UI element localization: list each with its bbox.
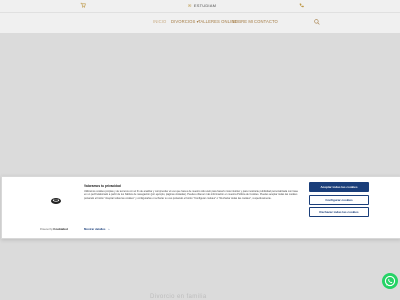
show-details-label: Mostrar detalles: [84, 227, 106, 231]
powered-prefix: Powered by: [40, 228, 53, 231]
chevron-right-icon: ›: [108, 227, 110, 231]
cookie-title: Valoramos tu privacidad: [84, 184, 121, 188]
whatsapp-icon[interactable]: [382, 273, 398, 289]
cookie-overlay: [0, 0, 400, 300]
configure-cookies-button[interactable]: Configurar cookies: [309, 195, 369, 205]
powered-by-cookiebot[interactable]: Powered by Cookiebot: [40, 227, 68, 231]
powered-brand: Cookiebot: [53, 227, 68, 231]
cookie-description: Utilizamos cookies propias y de terceros…: [84, 190, 298, 200]
cookiebot-logo-icon: [51, 198, 61, 204]
cookie-consent-dialog: Valoramos tu privacidad Utilizamos cooki…: [1, 176, 400, 239]
accept-all-cookies-button[interactable]: Aceptar todas las cookies: [309, 182, 369, 192]
show-details-link[interactable]: Mostrar detalles ›: [84, 227, 109, 231]
whatsapp-glyph-icon: [384, 275, 396, 287]
reject-all-cookies-button[interactable]: Rechazar todas las cookies: [309, 207, 369, 217]
